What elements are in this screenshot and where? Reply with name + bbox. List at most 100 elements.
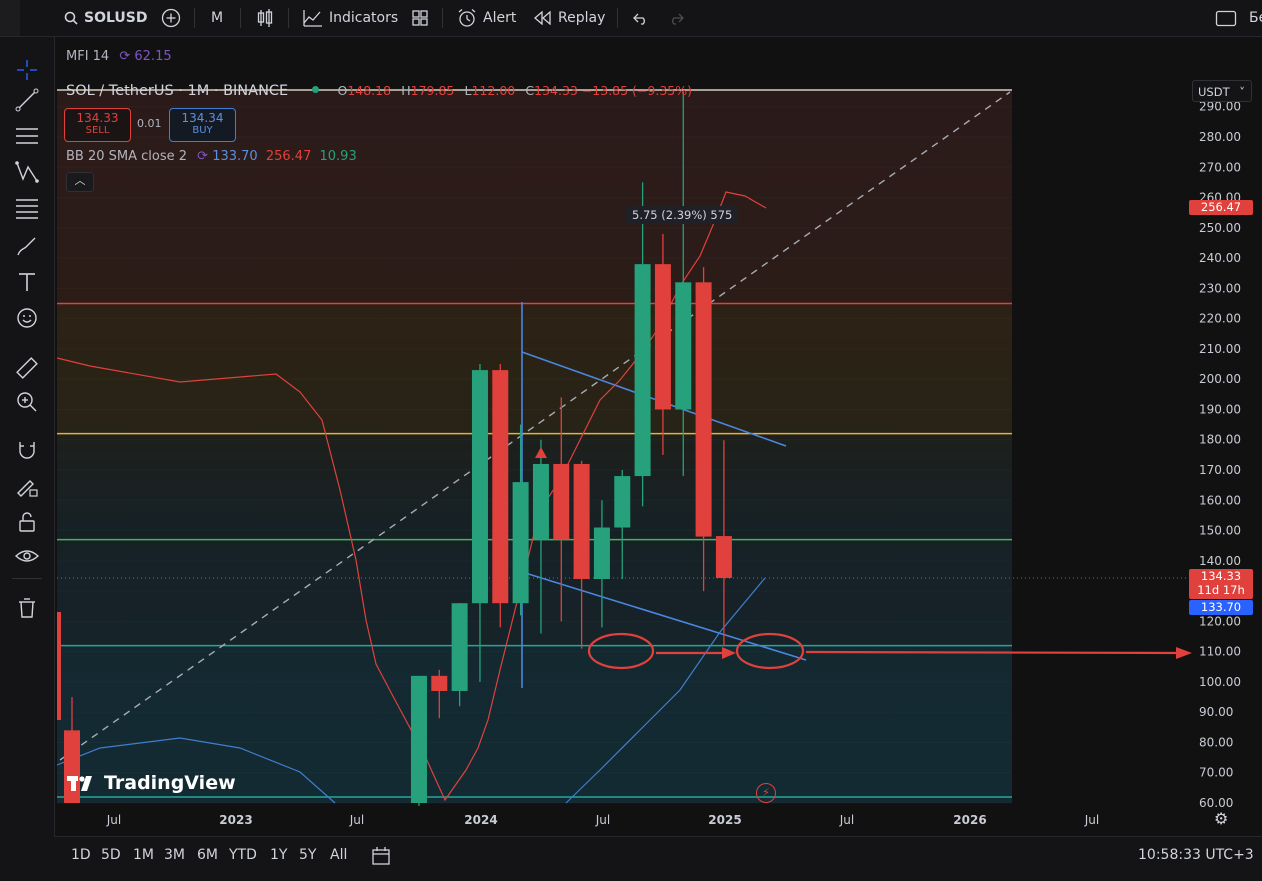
open-label: O <box>337 83 348 98</box>
candle-countdown: 11d 17h <box>1197 583 1245 597</box>
bb-name: BB 20 SMA close 2 <box>66 149 188 164</box>
upper-band-price-label: 256.47 <box>1189 200 1253 215</box>
x-tick-label: 2024 <box>464 813 497 827</box>
tradingview-watermark: TradingView <box>66 772 236 794</box>
x-tick-label: Jul <box>595 813 610 827</box>
range-button-5d[interactable]: 5D <box>101 847 121 863</box>
candle-body <box>654 264 671 410</box>
candle-body <box>695 282 712 537</box>
y-tick-label: 170.00 <box>1199 463 1241 477</box>
calendar-icon <box>372 847 390 865</box>
buy-button[interactable]: 134.34 BUY <box>169 108 236 142</box>
y-tick-label: 70.00 <box>1199 766 1233 780</box>
y-tick-label: 140.00 <box>1199 554 1241 568</box>
last-price-label: 134.33 11d 17h <box>1189 569 1253 599</box>
collapse-legend-button[interactable]: ︿ <box>66 172 94 192</box>
candle-body <box>593 527 610 579</box>
mfi-value: 62.15 <box>134 49 172 64</box>
lightning-icon[interactable]: ⚡ <box>756 783 776 803</box>
y-tick-label: 110.00 <box>1199 645 1241 659</box>
range-button-5y[interactable]: 5Y <box>299 847 316 863</box>
y-tick-label: 240.00 <box>1199 251 1241 265</box>
bb-upper: 256.47 <box>265 149 312 164</box>
range-button-3m[interactable]: 3M <box>164 847 185 863</box>
tradingview-logo-icon <box>67 776 92 791</box>
arrow-head-2 <box>1176 647 1192 659</box>
gear-icon[interactable]: ⚙ <box>1214 810 1232 828</box>
x-tick-label: 2025 <box>708 813 741 827</box>
candle-body <box>553 463 570 540</box>
arrow-line-2 <box>805 650 1181 655</box>
basis-price-label: 133.70 <box>1189 600 1253 615</box>
y-tick-label: 250.00 <box>1199 221 1241 235</box>
refresh-icon: ⟳ <box>119 49 131 64</box>
sell-label: SELL <box>85 125 110 136</box>
y-tick-label: 280.00 <box>1199 130 1241 144</box>
buy-price: 134.34 <box>181 111 224 125</box>
y-tick-label: 210.00 <box>1199 342 1241 356</box>
high-value: 179.85 <box>410 83 455 98</box>
watermark-text: TradingView <box>104 772 236 794</box>
x-tick-label: 2023 <box>219 813 252 827</box>
low-value: 112.00 <box>471 83 516 98</box>
candle-body <box>492 370 509 604</box>
left-edge-marker <box>57 612 61 720</box>
candle-body <box>451 603 468 691</box>
currency-selector[interactable]: USDT ˅ <box>1192 80 1252 102</box>
bb-basis: 133.70 <box>212 149 258 164</box>
candle-body <box>410 675 427 803</box>
candle-body <box>431 675 448 691</box>
bb-lower: 10.93 <box>319 149 357 164</box>
sell-button[interactable]: 134.33 SELL <box>64 108 131 142</box>
chevron-up-icon: ︿ <box>74 174 86 187</box>
x-tick-label: Jul <box>839 813 854 827</box>
x-tick-label: Jul <box>1084 813 1099 827</box>
y-tick-label: 120.00 <box>1199 614 1241 628</box>
y-tick-label: 90.00 <box>1199 705 1233 719</box>
range-button-1m[interactable]: 1M <box>133 847 154 863</box>
y-tick-label: 100.00 <box>1199 675 1241 689</box>
close-value: 134.33 −13.85 (−9.35%) <box>534 83 692 98</box>
bb-legend[interactable]: BB 20 SMA close 2 ⟳ 133.70 256.47 10.93 <box>66 149 357 164</box>
candle-body <box>634 264 651 477</box>
y-tick-label: 150.00 <box>1199 524 1241 538</box>
sell-price: 134.33 <box>76 111 119 125</box>
mfi-name: MFI 14 <box>66 49 110 64</box>
y-tick-label: 160.00 <box>1199 493 1241 507</box>
range-button-1d[interactable]: 1D <box>71 847 91 863</box>
range-button-all[interactable]: All <box>330 847 347 863</box>
candle-body <box>573 463 590 579</box>
candle-body <box>471 370 488 604</box>
clock[interactable]: 10:58:33 UTC+3 <box>1138 847 1254 863</box>
bottom-toolbar: 1D 5D 1M 3M 6M YTD 1Y 5Y All 10:58:33 UTC+3 <box>54 836 1262 881</box>
y-tick-label: 220.00 <box>1199 312 1241 326</box>
y-tick-label: 270.00 <box>1199 160 1241 174</box>
range-button-6m[interactable]: 6M <box>197 847 218 863</box>
open-value: 148.18 <box>347 83 392 98</box>
candle-body <box>675 282 692 410</box>
range-button-ytd[interactable]: YTD <box>229 847 257 863</box>
x-tick-label: Jul <box>106 813 121 827</box>
measure-tooltip: 5.75 (2.39%) 575 <box>626 206 739 224</box>
market-status-dot <box>312 86 320 93</box>
x-tick-label: Jul <box>349 813 364 827</box>
y-tick-label: 60.00 <box>1199 796 1233 810</box>
spread-value: 0.01 <box>137 117 162 130</box>
refresh-icon: ⟳ <box>197 149 209 164</box>
last-price-value: 134.33 <box>1200 569 1242 583</box>
zone-orange <box>57 303 1012 434</box>
close-label: C <box>525 83 535 98</box>
y-tick-label: 230.00 <box>1199 281 1241 295</box>
y-tick-label: 190.00 <box>1199 402 1241 416</box>
currency-label: USDT <box>1198 85 1230 99</box>
y-tick-label: 80.00 <box>1199 735 1233 749</box>
candle-body <box>512 482 529 604</box>
mfi-legend[interactable]: MFI 14 ⟳ 62.15 <box>66 49 172 64</box>
candle-body <box>532 463 549 540</box>
candle <box>410 675 427 807</box>
main-legend: SOL / TetherUS · 1M · BINANCE O148.18 H1… <box>66 83 692 99</box>
date-range-button[interactable] <box>370 845 392 867</box>
symbol-title: SOL / TetherUS · 1M · BINANCE <box>66 83 289 99</box>
range-button-1y[interactable]: 1Y <box>270 847 287 863</box>
candle-body <box>715 536 732 578</box>
